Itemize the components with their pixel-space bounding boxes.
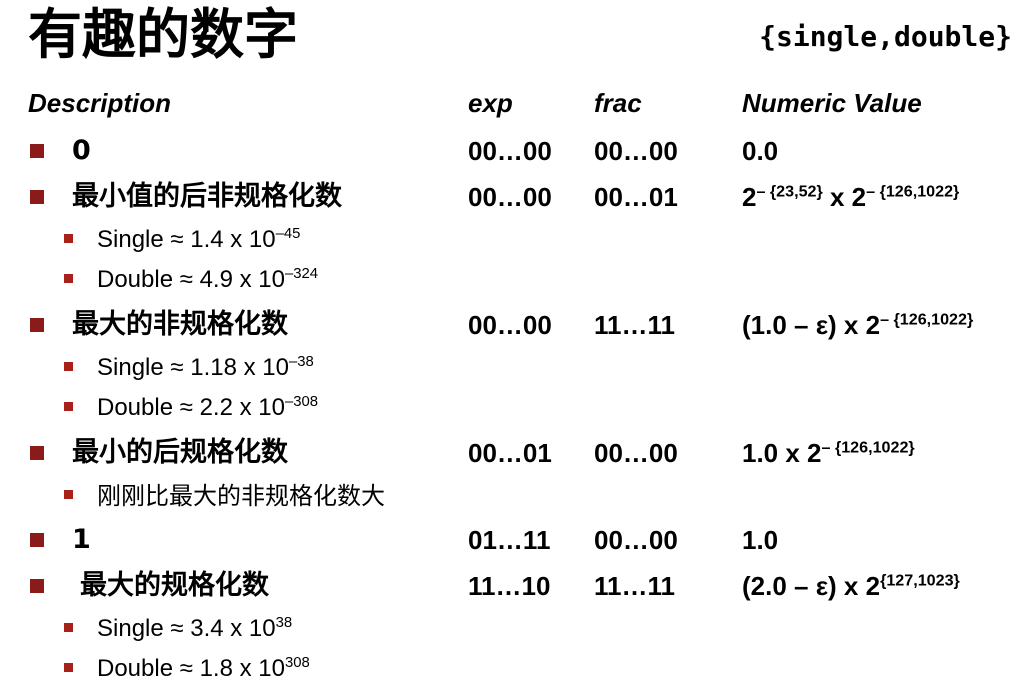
row-description: 最大的非规格化数 <box>72 309 288 340</box>
row-description: 1 <box>72 524 91 555</box>
square-bullet-icon <box>64 663 73 672</box>
sub-item-text: Double ≈ 4.9 x 10–324 <box>97 266 319 293</box>
row-exp: 11…10 <box>468 571 551 601</box>
table-row-smallest-norm: 最小的后规格化数 00…01 00…00 1.0 x 2– {126,1022} <box>0 433 1020 473</box>
sub-item-text: 刚刚比最大的非规格化数大 <box>97 482 385 510</box>
sub-item: Double ≈ 4.9 x 10–324 <box>0 262 600 298</box>
square-bullet-icon <box>30 579 44 593</box>
row-exp: 01…11 <box>468 525 551 555</box>
row-value: 2– {23,52} x 2– {126,1022} <box>742 182 960 212</box>
row-exp: 00…00 <box>468 310 552 340</box>
row-description: 0 <box>72 135 91 166</box>
row-exp: 00…01 <box>468 438 552 468</box>
square-bullet-icon <box>30 318 44 332</box>
row-frac: 00…00 <box>594 136 678 166</box>
row-frac: 11…11 <box>594 310 675 340</box>
table-row-one: 1 01…11 00…00 1.0 <box>0 520 1020 560</box>
header-description: Description <box>28 88 172 118</box>
sub-item: Single ≈ 1.18 x 10–38 <box>0 350 600 386</box>
table-row-largest-denorm: 最大的非规格化数 00…00 11…11 (1.0 – ε) x 2– {126… <box>0 305 1020 345</box>
row-description: 最小值的后非规格化数 <box>72 181 342 212</box>
slide-title: 有趣的数字 <box>28 3 298 66</box>
row-exp: 00…00 <box>468 182 552 212</box>
row-frac: 11…11 <box>594 571 675 601</box>
square-bullet-icon <box>30 144 44 158</box>
sub-item-text: Single ≈ 1.18 x 10–38 <box>97 354 314 381</box>
sub-item: Single ≈ 3.4 x 1038 <box>0 611 600 647</box>
table-row-largest-norm: 最大的规格化数 11…10 11…11 (2.0 – ε) x 2{127,10… <box>0 566 1020 606</box>
row-description: 最大的规格化数 <box>80 570 269 601</box>
square-bullet-icon <box>30 533 44 547</box>
row-value: 1.0 x 2– {126,1022} <box>742 438 915 468</box>
row-value: (2.0 – ε) x 2{127,1023} <box>742 571 960 601</box>
row-exp: 00…00 <box>468 136 552 166</box>
sub-item: 刚刚比最大的非规格化数大 <box>0 478 600 514</box>
sub-item-text: Single ≈ 1.4 x 10–45 <box>97 226 301 253</box>
square-bullet-icon <box>64 402 73 411</box>
sub-item-text: Single ≈ 3.4 x 1038 <box>97 615 293 642</box>
sub-item: Single ≈ 1.4 x 10–45 <box>0 222 600 258</box>
square-bullet-icon <box>64 274 73 283</box>
sub-item: Double ≈ 1.8 x 10308 <box>0 651 600 687</box>
header-frac: frac <box>594 88 642 118</box>
sub-item-text: Double ≈ 1.8 x 10308 <box>97 655 310 682</box>
table-row-smallest-denorm: 最小值的后非规格化数 00…00 00…01 2– {23,52} x 2– {… <box>0 177 1020 217</box>
header-exp: exp <box>468 88 513 118</box>
row-value: 0.0 <box>742 136 779 166</box>
sub-item-text: Double ≈ 2.2 x 10–308 <box>97 394 319 421</box>
square-bullet-icon <box>64 234 73 243</box>
sub-item: Double ≈ 2.2 x 10–308 <box>0 390 600 426</box>
square-bullet-icon <box>64 362 73 371</box>
row-value: 1.0 <box>742 525 779 555</box>
row-description: 最小的后规格化数 <box>72 437 288 468</box>
precision-label: {single,double} <box>759 20 1012 53</box>
square-bullet-icon <box>64 623 73 632</box>
row-frac: 00…00 <box>594 525 678 555</box>
row-frac: 00…01 <box>594 182 678 212</box>
row-frac: 00…00 <box>594 438 678 468</box>
table-row-zero: 0 00…00 00…00 0.0 <box>0 131 1020 171</box>
row-value: (1.0 – ε) x 2– {126,1022} <box>742 310 974 340</box>
square-bullet-icon <box>64 490 73 499</box>
header-numeric-value: Numeric Value <box>742 88 922 118</box>
square-bullet-icon <box>30 190 44 204</box>
square-bullet-icon <box>30 446 44 460</box>
